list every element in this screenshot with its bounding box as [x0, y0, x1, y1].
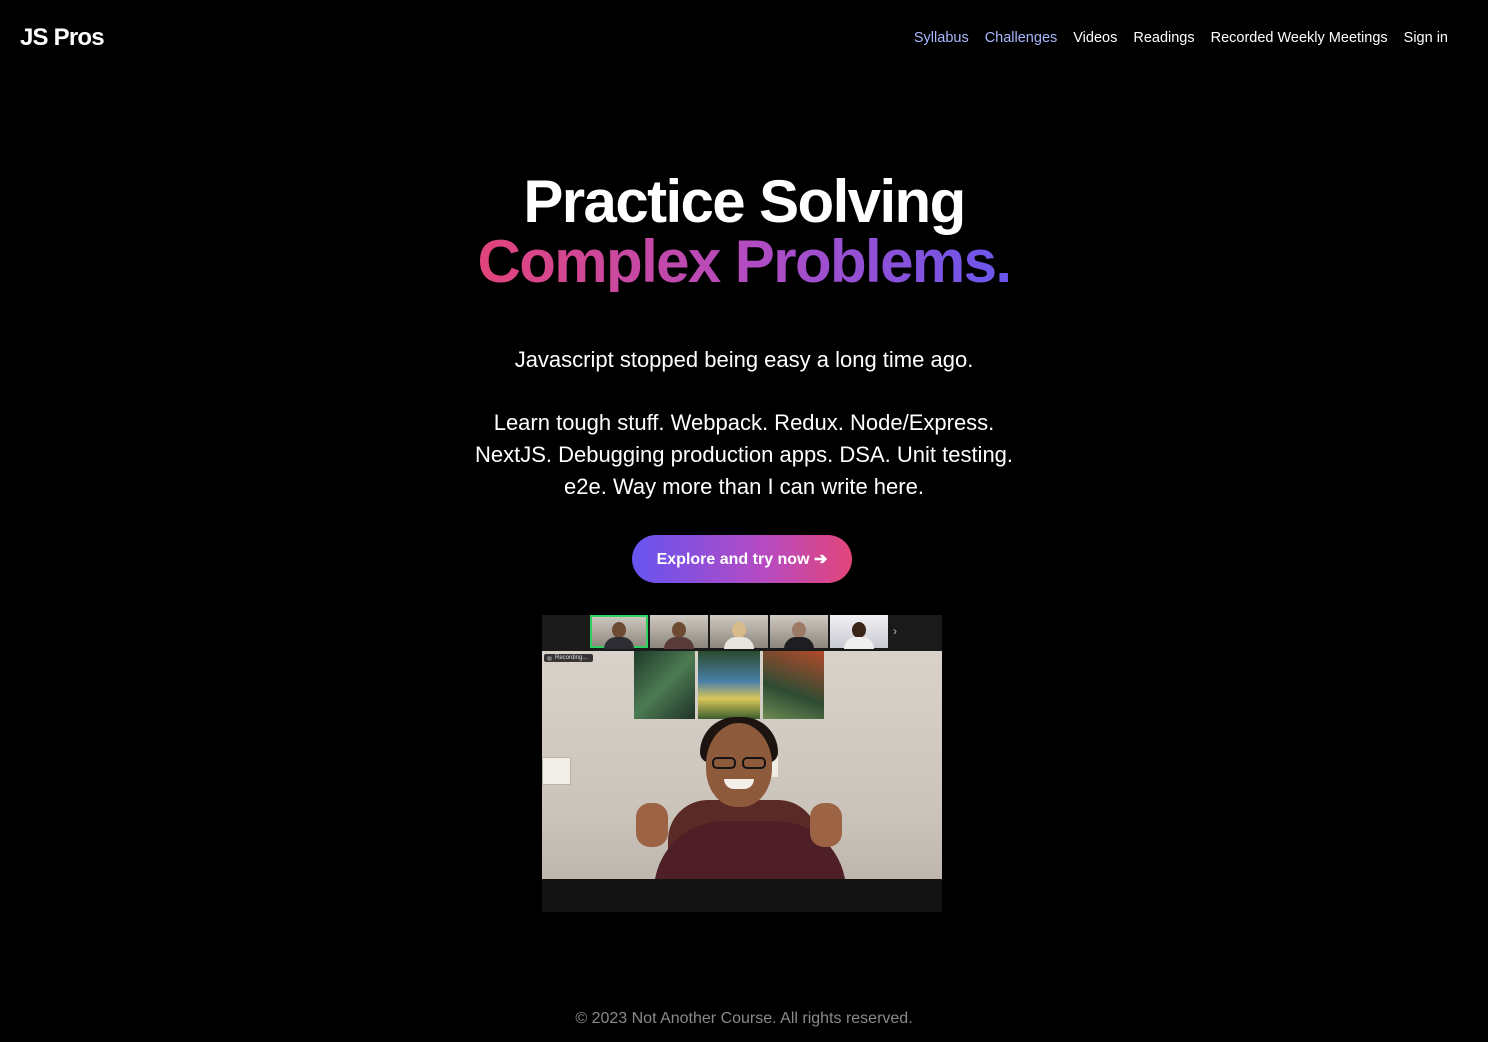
nav-syllabus-link[interactable]: Syllabus — [914, 30, 969, 46]
hero-title-line1: Practice Solving — [523, 168, 966, 235]
hero-tagline: Javascript stopped being easy a long tim… — [514, 347, 974, 372]
explore-cta-button[interactable]: Explore and try now ➔ — [632, 535, 852, 583]
recording-dot-icon — [547, 655, 552, 661]
participant-thumbnail — [590, 615, 648, 649]
footer-copyright: © 2023 Not Another Course. All rights re… — [575, 1010, 913, 1027]
participant-thumbnail — [710, 615, 768, 649]
main-speaker-feed: Recording... — [542, 651, 942, 879]
video-control-bar — [542, 879, 942, 912]
wall-painting — [634, 651, 824, 719]
participant-thumbnail — [650, 615, 708, 649]
glasses — [708, 757, 770, 771]
hero-title: Practice Solving Complex Problems. — [0, 172, 1488, 292]
hero-description-line: e2e. Way more than I can write here. — [564, 474, 924, 499]
meeting-video-preview[interactable]: › Recording... — [542, 615, 942, 912]
nav-challenges-link[interactable]: Challenges — [985, 30, 1058, 46]
participant-thumbnail — [830, 615, 888, 649]
hero-description: Learn tough stuff. Webpack. Redux. Node/… — [0, 407, 1488, 503]
nav-recorded-weekly-meetings-link[interactable]: Recorded Weekly Meetings — [1211, 30, 1388, 46]
page: JS Pros Syllabus Challenges Videos Readi… — [0, 0, 1488, 1042]
participant-thumbnail-strip: › — [542, 615, 942, 651]
hero-description-line: Learn tough stuff. Webpack. Redux. Node/… — [493, 410, 995, 435]
nav-readings-link[interactable]: Readings — [1133, 30, 1194, 46]
thumbs-up-right — [810, 803, 842, 847]
chevron-right-icon[interactable]: › — [893, 624, 897, 638]
participant-thumbnail — [770, 615, 828, 649]
recording-indicator: Recording... — [544, 654, 594, 662]
hero-description-line: NextJS. Debugging production apps. DSA. … — [474, 442, 1014, 467]
thumbs-up-left — [636, 803, 668, 847]
hero-title-line2: Complex Problems. — [477, 228, 1013, 295]
recording-label: Recording... — [555, 655, 588, 661]
nav-sign-in-link[interactable]: Sign in — [1404, 30, 1448, 46]
nav-videos-link[interactable]: Videos — [1073, 30, 1117, 46]
site-logo[interactable]: JS Pros — [20, 24, 105, 52]
top-nav: Syllabus Challenges Videos Readings Reco… — [914, 30, 1448, 46]
light-switch — [542, 757, 571, 785]
